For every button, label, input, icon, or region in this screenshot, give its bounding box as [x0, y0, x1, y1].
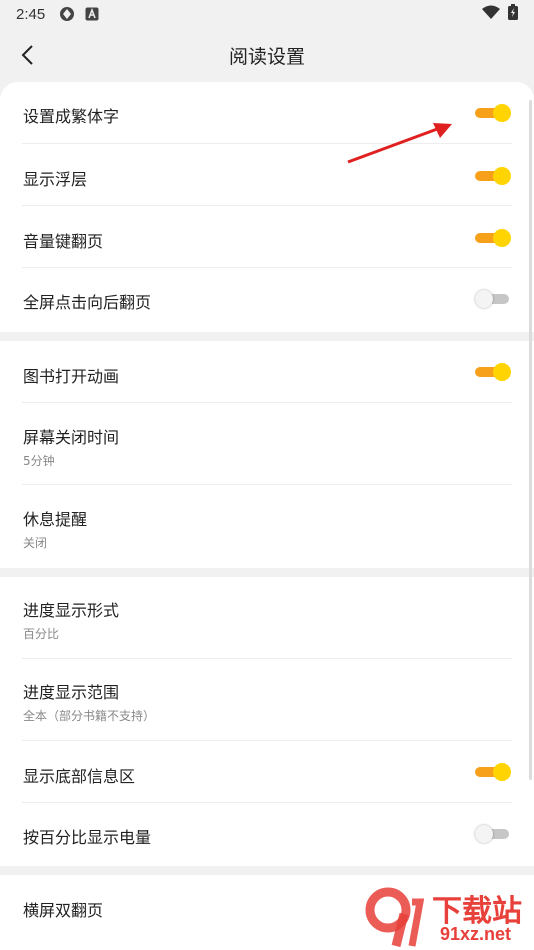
app-bar: 阅读设置	[0, 28, 534, 82]
setting-label: 全屏点击向后翻页	[23, 293, 152, 312]
scrollbar[interactable]	[529, 100, 532, 780]
setting-row-screen-off-time[interactable]: 屏幕关闭时间 5分钟	[22, 403, 512, 485]
battery-charging-icon	[508, 4, 518, 24]
back-arrow-icon	[21, 45, 33, 65]
show-overlay-toggle[interactable]	[475, 166, 511, 186]
shield-icon	[59, 6, 75, 22]
traditional-chinese-toggle[interactable]	[475, 103, 511, 123]
setting-row-book-open-animation[interactable]: 图书打开动画	[22, 341, 512, 403]
setting-value: 5分钟	[23, 454, 55, 468]
setting-label: 图书打开动画	[23, 367, 120, 386]
watermark: 下载站 91xz.net	[360, 884, 534, 948]
setting-row-rest-reminder[interactable]: 休息提醒 关闭	[22, 485, 512, 567]
setting-row-fullscreen-tap-next[interactable]: 全屏点击向后翻页	[22, 268, 512, 330]
setting-label: 休息提醒	[23, 510, 88, 529]
settings-section-progress: 进度显示形式 百分比 进度显示范围 全本（部分书籍不支持） 显示底部信息区 按百…	[0, 577, 534, 866]
setting-value: 全本（部分书籍不支持）	[23, 709, 156, 723]
setting-value: 关闭	[23, 536, 48, 550]
status-time: 2:45	[16, 5, 46, 23]
back-button[interactable]	[12, 40, 42, 70]
fullscreen-tap-next-toggle[interactable]	[475, 289, 511, 309]
setting-label: 进度显示形式	[23, 601, 120, 620]
setting-label: 屏幕关闭时间	[23, 428, 120, 447]
setting-label: 显示底部信息区	[23, 767, 136, 786]
setting-label: 横屏双翻页	[23, 901, 104, 920]
setting-row-volume-key-paging[interactable]: 音量键翻页	[22, 206, 512, 268]
annotation-arrow-icon	[347, 123, 452, 164]
watermark-domain: 91xz.net	[440, 924, 512, 944]
battery-percent-toggle[interactable]	[475, 824, 511, 844]
wifi-icon	[482, 5, 500, 23]
page-title: 阅读设置	[228, 45, 305, 68]
bottom-info-toggle[interactable]	[475, 762, 511, 782]
volume-key-paging-toggle[interactable]	[475, 228, 511, 248]
setting-label: 设置成繁体字	[23, 107, 120, 126]
setting-label: 进度显示范围	[23, 683, 120, 702]
settings-section-display: 图书打开动画 屏幕关闭时间 5分钟 休息提醒 关闭	[0, 341, 534, 568]
a-badge-icon	[85, 7, 99, 21]
setting-row-progress-range[interactable]: 进度显示范围 全本（部分书籍不支持）	[22, 659, 512, 741]
setting-label: 音量键翻页	[23, 232, 104, 251]
setting-label: 显示浮层	[23, 170, 88, 189]
setting-value: 百分比	[23, 627, 60, 641]
book-open-animation-toggle[interactable]	[475, 362, 511, 382]
setting-row-progress-format[interactable]: 进度显示形式 百分比	[22, 577, 512, 659]
setting-row-bottom-info[interactable]: 显示底部信息区	[22, 741, 512, 803]
watermark-logo-icon	[365, 887, 424, 948]
status-bar: 2:45	[0, 0, 534, 28]
setting-row-battery-percent[interactable]: 按百分比显示电量	[22, 803, 512, 865]
setting-label: 按百分比显示电量	[23, 828, 152, 847]
